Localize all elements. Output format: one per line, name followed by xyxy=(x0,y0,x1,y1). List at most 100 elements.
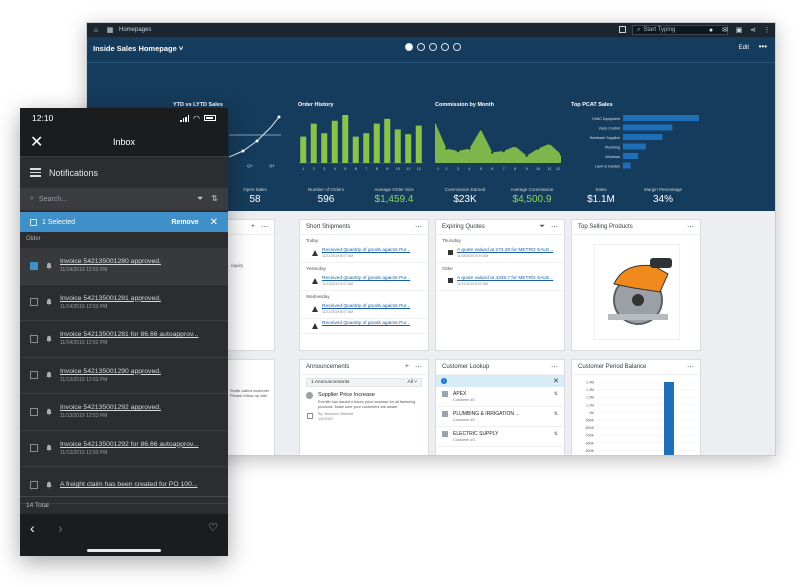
order-bar[interactable] xyxy=(331,120,338,163)
more-icon[interactable]: ⋮ xyxy=(761,26,773,34)
shipment-item[interactable]: Received Quantity of goods against Pur..… xyxy=(300,302,428,319)
announcement-checkbox[interactable] xyxy=(306,413,313,419)
sort-icon[interactable]: ⇅ xyxy=(554,391,558,397)
notification-checkbox[interactable] xyxy=(30,444,38,453)
notification-text[interactable]: Invoice 542135001281 for 86.66 autoappro… xyxy=(60,331,199,338)
back-icon[interactable]: ‹ xyxy=(30,520,35,536)
filter-icon[interactable]: ⏷ xyxy=(539,223,545,231)
order-bar[interactable] xyxy=(394,129,401,163)
commission-point[interactable] xyxy=(513,145,517,148)
pcat-bar[interactable] xyxy=(623,115,699,121)
more-icon[interactable]: ⋯ xyxy=(551,223,558,231)
shipment-link[interactable]: Received Quantity of goods against Pur..… xyxy=(322,321,410,326)
order-bar[interactable] xyxy=(310,123,317,163)
notification-item[interactable]: Invoice 542135001292 for 86.66 autoappro… xyxy=(20,431,228,467)
order-bar[interactable] xyxy=(405,134,412,163)
notification-checkbox[interactable] xyxy=(30,298,38,307)
forward-icon[interactable]: › xyxy=(58,520,63,536)
apps-grid-icon[interactable]: ▦ xyxy=(105,25,115,35)
notification-checkbox[interactable] xyxy=(30,480,38,489)
quote-link[interactable]: A quote valued at 4349.7 for METRO SALE.… xyxy=(457,276,553,281)
header-more-button[interactable]: ••• xyxy=(759,42,767,51)
remove-button[interactable]: Remove xyxy=(171,219,198,226)
shipment-item[interactable]: Received Quantity of goods against Pur..… xyxy=(300,246,428,263)
order-bar[interactable] xyxy=(373,123,380,163)
order-bar[interactable] xyxy=(342,115,349,163)
shipment-item[interactable]: Received Quantity of goods against Pur..… xyxy=(300,274,428,291)
notification-text[interactable]: Invoice 542135001292 for 86.66 autoappro… xyxy=(60,441,199,448)
message-icon[interactable]: ▣ xyxy=(733,26,745,34)
add-icon[interactable]: + xyxy=(405,363,409,371)
notification-item[interactable]: Invoice 542135001290 approved. 11/13/2019… xyxy=(20,358,228,394)
page-title[interactable]: Inside Sales Homepage ˅ xyxy=(93,44,183,53)
commission-point[interactable] xyxy=(525,154,528,157)
customer-row[interactable]: PLUMBING & IRRIGATION ... Customer #2 ⇅ xyxy=(436,407,564,427)
heart-icon[interactable]: ♡ xyxy=(208,521,218,534)
commission-point[interactable] xyxy=(536,147,540,150)
pcat-bar[interactable] xyxy=(623,134,663,140)
quote-link[interactable]: A quote valued at 273.28 for METRO SALE.… xyxy=(457,248,553,253)
notification-item[interactable]: Invoice 542135001281 for 86.66 autoappro… xyxy=(20,321,228,358)
notification-item[interactable]: Invoice 542135001281 approved. 11/14/2019… xyxy=(20,285,228,321)
carousel-dot[interactable] xyxy=(417,43,425,51)
notification-text[interactable]: Invoice 542135001292 approved. xyxy=(60,404,161,411)
pcat-bar[interactable] xyxy=(623,124,673,131)
edit-button[interactable]: Edit xyxy=(739,45,749,51)
user-icon[interactable]: ● xyxy=(705,27,717,34)
order-bar[interactable] xyxy=(321,133,328,163)
home-icon[interactable]: ⌂ xyxy=(91,25,101,35)
order-bar[interactable] xyxy=(352,136,359,163)
commission-point[interactable] xyxy=(445,147,448,150)
more-icon[interactable]: ⋯ xyxy=(415,223,422,231)
more-icon[interactable]: ⋯ xyxy=(687,223,694,231)
pcat-bar[interactable] xyxy=(623,143,646,150)
balance-bar[interactable] xyxy=(664,382,674,456)
commission-point[interactable] xyxy=(479,128,483,131)
carousel-dot[interactable] xyxy=(453,43,461,51)
notification-text[interactable]: Invoice 542135001280 approved. xyxy=(60,258,161,265)
more-icon[interactable]: ⋯ xyxy=(261,223,268,231)
customer-row[interactable]: APEX Customer #1 ⇅ xyxy=(436,387,564,407)
announcement-item[interactable]: Supplier Price Increase Everlith has iss… xyxy=(300,387,428,421)
shipment-link[interactable]: Received Quantity of goods against Pur..… xyxy=(322,248,410,253)
mail-icon[interactable]: ✉ xyxy=(719,26,731,34)
announcement-filter-select[interactable]: All ˅ xyxy=(408,380,417,385)
commission-point[interactable] xyxy=(435,121,437,124)
notification-checkbox[interactable] xyxy=(30,334,38,343)
close-icon[interactable]: ✕ xyxy=(30,132,43,152)
search-bar[interactable]: ⌕ Search... ⏷ ⇅ xyxy=(20,188,228,210)
sort-icon[interactable]: ⇅ xyxy=(211,194,218,204)
pcat-bar[interactable] xyxy=(623,162,631,169)
add-icon[interactable]: + xyxy=(251,223,255,231)
more-icon[interactable]: ⋯ xyxy=(687,363,694,371)
shipment-item[interactable]: Received Quantity of goods against Pur..… xyxy=(300,319,428,334)
share-icon[interactable]: ⋖ xyxy=(747,26,759,34)
window-icon[interactable] xyxy=(619,26,626,33)
notification-checkbox[interactable] xyxy=(30,407,38,416)
order-bar[interactable] xyxy=(415,125,422,163)
filter-icon[interactable]: ⏷ xyxy=(197,194,203,204)
clear-selection-icon[interactable]: ✕ xyxy=(210,217,218,228)
menu-icon[interactable] xyxy=(30,168,41,177)
carousel-dot[interactable] xyxy=(405,43,413,51)
quote-item[interactable]: A quote valued at 4349.7 for METRO SALE.… xyxy=(436,274,564,291)
commission-point[interactable] xyxy=(548,142,551,145)
notification-checkbox[interactable] xyxy=(30,261,38,270)
carousel-dot[interactable] xyxy=(441,43,449,51)
notification-item[interactable]: Invoice 542135001292 approved. 11/13/2019… xyxy=(20,394,228,431)
commission-point[interactable] xyxy=(491,151,494,154)
customer-row[interactable]: ELECTRIC SUPPLY Customer #3 ⇅ xyxy=(436,427,564,447)
quote-item[interactable]: A quote valued at 273.28 for METRO SALE.… xyxy=(436,246,564,263)
select-all-checkbox[interactable] xyxy=(30,218,37,226)
order-bar[interactable] xyxy=(384,118,391,163)
commission-point[interactable] xyxy=(502,149,505,153)
commission-point[interactable] xyxy=(468,147,471,150)
pcat-bar[interactable] xyxy=(623,153,639,159)
notification-checkbox[interactable] xyxy=(30,371,38,380)
notification-text[interactable]: Invoice 542135001290 approved. xyxy=(60,368,161,375)
shipment-link[interactable]: Received Quantity of goods against Pur..… xyxy=(322,304,410,309)
commission-point[interactable] xyxy=(456,149,460,153)
order-bar[interactable] xyxy=(363,133,370,163)
more-icon[interactable]: ⋯ xyxy=(551,363,558,371)
notification-text[interactable]: Invoice 542135001281 approved. xyxy=(60,295,161,302)
